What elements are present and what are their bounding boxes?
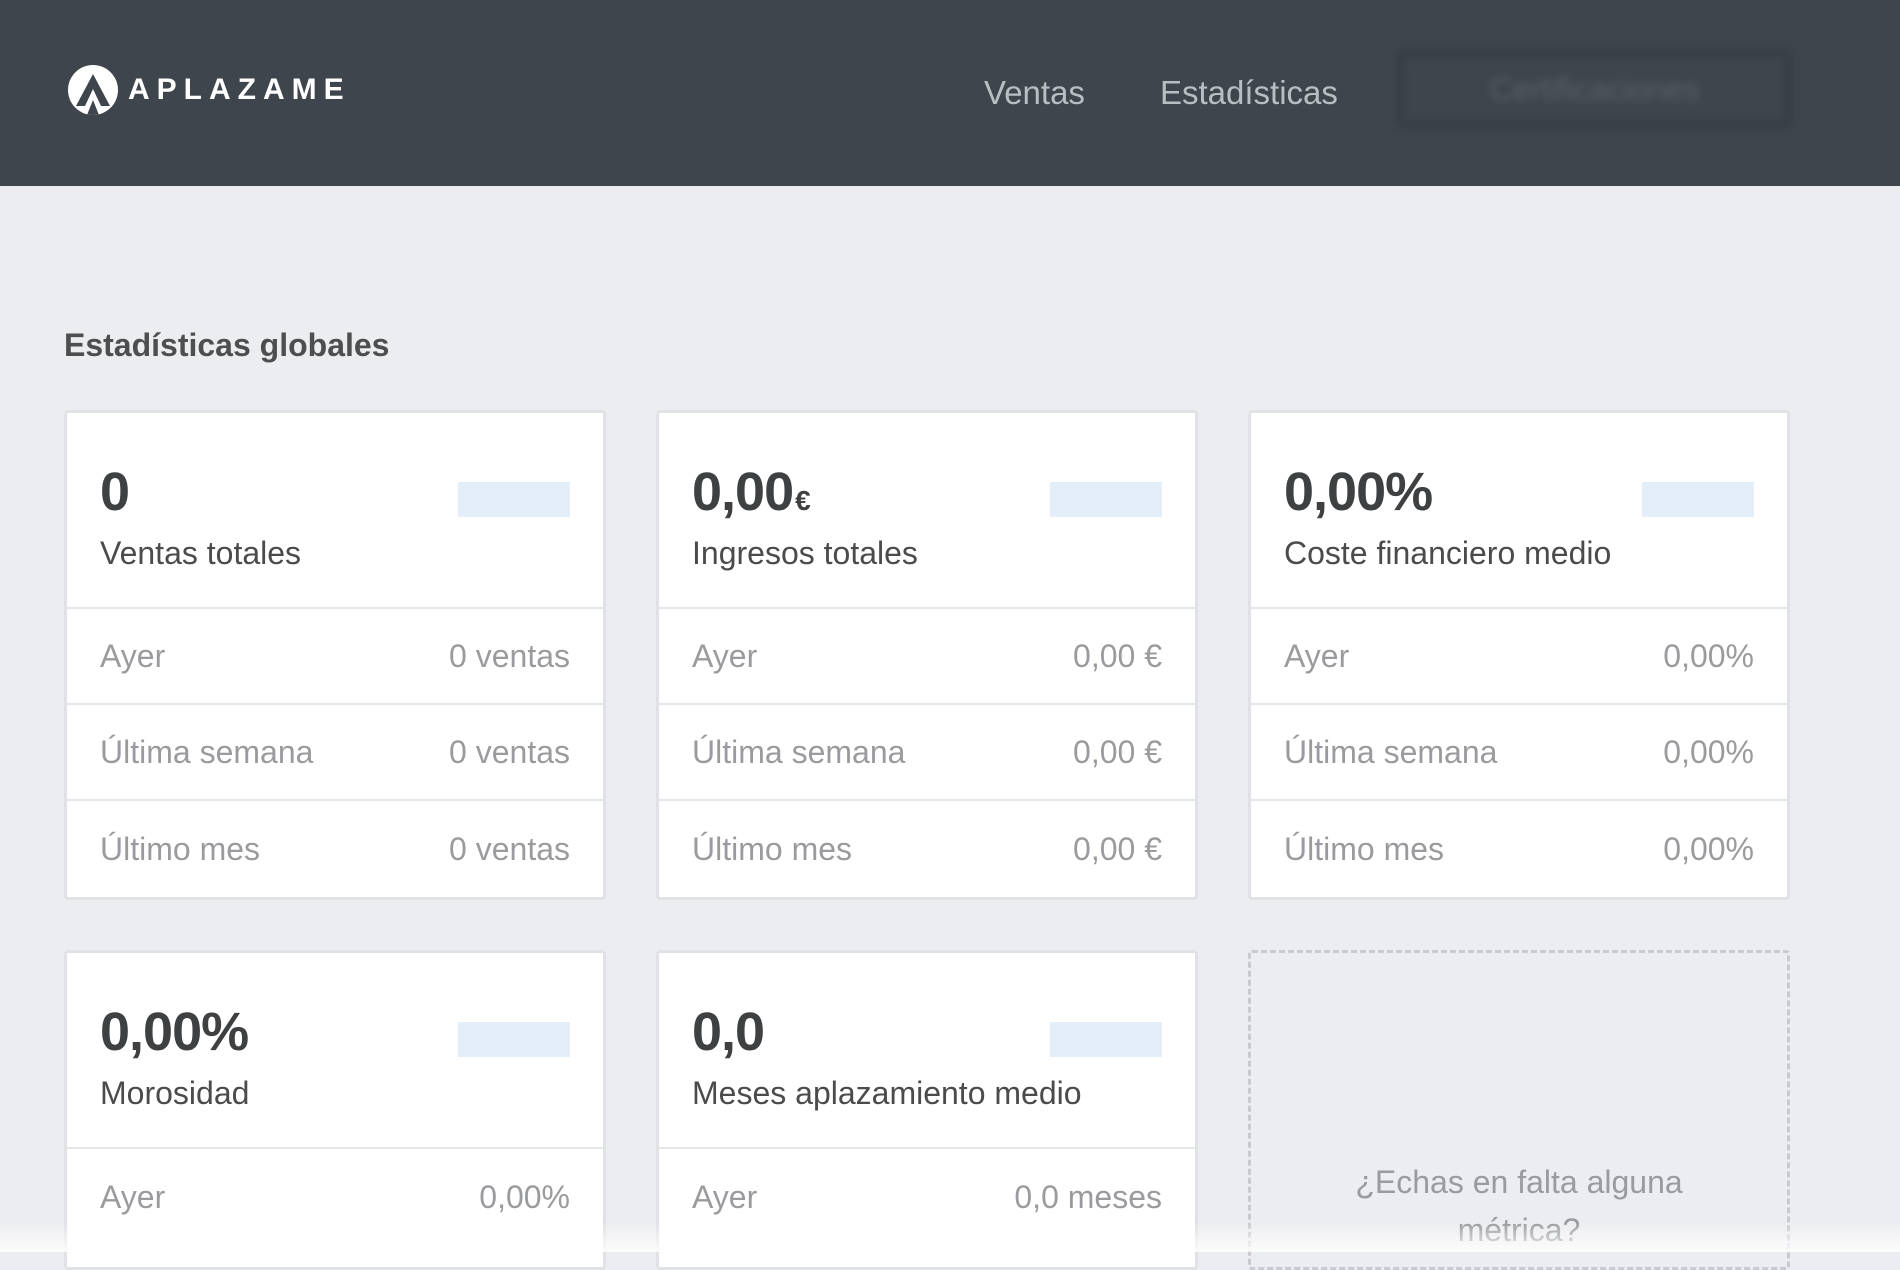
stat-label: Meses aplazamiento medio — [692, 1075, 1082, 1111]
certificaciones-label: Certificaciones — [1489, 70, 1700, 107]
aplazame-logo-icon — [68, 65, 118, 115]
certificaciones-button[interactable]: Certificaciones — [1399, 52, 1790, 126]
stat-row-value: 0,00 € — [1073, 830, 1162, 867]
stat-label: Morosidad — [100, 1075, 250, 1111]
stat-row-value: 0,00% — [1663, 637, 1754, 674]
nav-ventas[interactable]: Ventas — [984, 0, 1085, 186]
stat-label: Ingresos totales — [692, 535, 918, 571]
stat-row: Último mes 0,00% — [1251, 801, 1787, 897]
brand-name: APLAZAME — [128, 73, 351, 106]
stat-row-value: 0,00% — [1663, 830, 1754, 867]
stat-row: Ayer 0 ventas — [67, 609, 603, 705]
stat-row-label: Último mes — [692, 830, 853, 867]
stat-label: Ventas totales — [100, 535, 302, 571]
stat-label: Coste financiero medio — [1284, 535, 1612, 571]
sparkline-chart — [1050, 1022, 1162, 1057]
stat-value: 0 — [100, 462, 130, 522]
stat-card-header: 0 Ventas totales — [67, 413, 603, 609]
stat-row: Último mes 0 ventas — [67, 801, 603, 897]
stat-card-ingresos-totales: 0,00€ Ingresos totales Ayer 0,00 € Últim… — [656, 410, 1198, 900]
bottom-fade — [0, 1222, 1900, 1252]
stat-value: 0,00% — [1284, 462, 1433, 522]
stat-value: 0,00€ — [692, 462, 811, 522]
stat-row-label: Última semana — [1284, 733, 1498, 770]
top-navigation-bar: APLAZAME Ventas Estadísticas Certificaci… — [0, 0, 1900, 186]
section-title: Estadísticas globales — [64, 327, 390, 363]
stat-row: Ayer 0,00 € — [659, 609, 1195, 705]
nav-estadisticas-label[interactable]: Estadísticas — [1160, 74, 1338, 112]
stat-row-value: 0 ventas — [449, 637, 570, 674]
stat-value: 0,00% — [100, 1002, 249, 1062]
stat-row-label: Ayer — [692, 637, 758, 674]
sparkline-chart — [458, 1022, 570, 1057]
stat-row-value: 0,00% — [1663, 733, 1754, 770]
stat-row: Última semana 0 ventas — [67, 705, 603, 801]
stat-row-value: 0,0 meses — [1014, 1178, 1162, 1215]
stat-card-header: 0,00% Morosidad — [67, 953, 603, 1149]
stat-card-header: 0,00% Coste financiero medio — [1251, 413, 1787, 609]
stat-row-label: Última semana — [100, 733, 314, 770]
stat-card-coste-financiero: 0,00% Coste financiero medio Ayer 0,00% … — [1248, 410, 1790, 900]
stat-row: Último mes 0,00 € — [659, 801, 1195, 897]
stat-row: Última semana 0,00 € — [659, 705, 1195, 801]
nav-estadisticas[interactable]: Estadísticas — [1160, 0, 1338, 186]
nav-ventas-label[interactable]: Ventas — [984, 74, 1085, 112]
stat-row-label: Ayer — [692, 1178, 758, 1215]
stat-card-header: 0,0 Meses aplazamiento medio — [659, 953, 1195, 1149]
sparkline-chart — [1642, 482, 1754, 517]
stat-row-value: 0 ventas — [449, 830, 570, 867]
stat-row-label: Ayer — [100, 637, 166, 674]
stat-row-label: Ayer — [100, 1178, 166, 1215]
stat-row-value: 0,00% — [479, 1178, 570, 1215]
stat-card-header: 0,00€ Ingresos totales — [659, 413, 1195, 609]
stat-value: 0,0 — [692, 1002, 765, 1062]
stat-row-value: 0,00 € — [1073, 733, 1162, 770]
stat-row-label: Última semana — [692, 733, 906, 770]
stat-row: Ayer 0,00% — [1251, 609, 1787, 705]
stat-row-value: 0 ventas — [449, 733, 570, 770]
sparkline-chart — [458, 482, 570, 517]
stat-row-label: Ayer — [1284, 637, 1350, 674]
sparkline-chart — [1050, 482, 1162, 517]
stat-row-value: 0,00 € — [1073, 637, 1162, 674]
stat-row-label: Último mes — [100, 830, 261, 867]
stat-card-ventas-totales: 0 Ventas totales Ayer 0 ventas Última se… — [64, 410, 606, 900]
aplazame-logo[interactable]: APLAZAME — [68, 65, 351, 115]
stat-row-label: Último mes — [1284, 830, 1445, 867]
stat-row: Última semana 0,00% — [1251, 705, 1787, 801]
